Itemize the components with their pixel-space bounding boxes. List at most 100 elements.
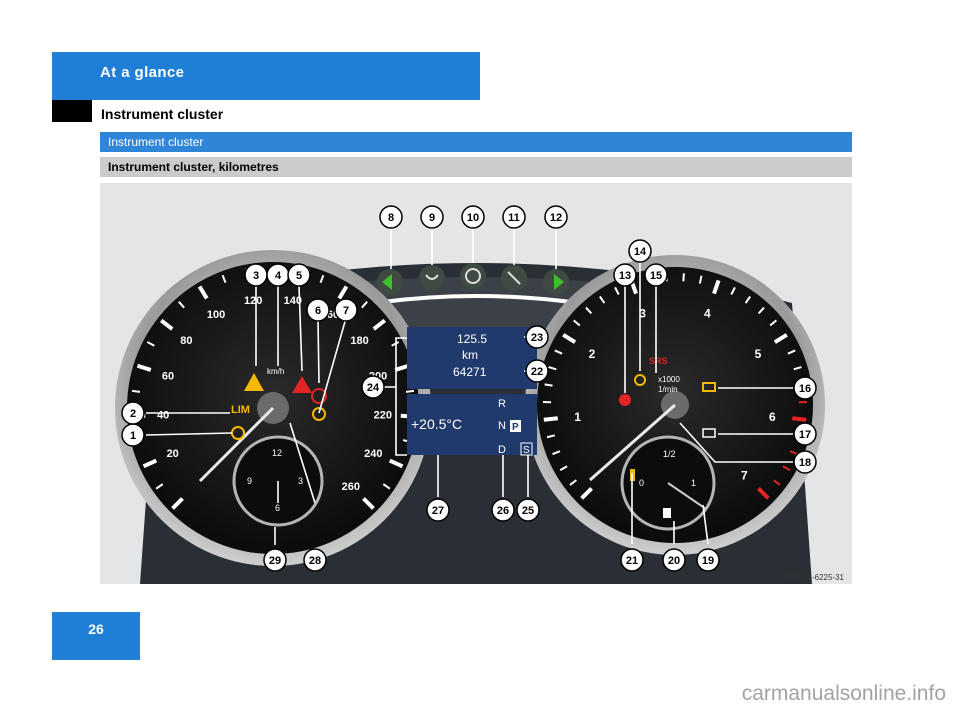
svg-text:21: 21 <box>626 555 638 567</box>
svg-text:7: 7 <box>343 305 349 317</box>
subsection-title: Instrument cluster, kilometres <box>108 160 279 174</box>
svg-text:3: 3 <box>253 270 259 282</box>
small-dial-label: 6 <box>275 503 280 513</box>
odometer: 64271 <box>453 365 487 379</box>
speedo-label: 20 <box>167 448 179 460</box>
svg-text:20: 20 <box>668 555 680 567</box>
svg-text:11: 11 <box>508 212 520 224</box>
svg-text:22: 22 <box>531 366 543 378</box>
callout-2: 2 <box>121 401 145 425</box>
gear-r: R <box>498 398 506 410</box>
callout-28: 28 <box>303 548 327 572</box>
svg-text:26: 26 <box>497 505 509 517</box>
section-title: Instrument cluster <box>108 135 204 149</box>
callout-3: 3 <box>244 263 268 287</box>
callout-19: 19 <box>696 548 720 572</box>
tacho-tick <box>682 273 685 282</box>
page-subtitle: Instrument cluster <box>101 106 224 122</box>
small-dial-label: 12 <box>272 448 282 458</box>
section-marker <box>52 100 92 122</box>
rpm-multiplier: x1000 <box>658 375 680 384</box>
svg-text:19: 19 <box>702 555 714 567</box>
small-dial-label: 3 <box>298 476 303 486</box>
svg-text:10: 10 <box>467 212 479 224</box>
tacho-tick <box>544 383 553 387</box>
figure-code: P54.32-6225-31 <box>787 573 845 582</box>
chapter-title: At a glance <box>100 64 185 81</box>
speedo-label: 260 <box>342 481 360 493</box>
rpm-unit: 1/min <box>658 385 678 394</box>
seatbelt-warning-icon <box>619 394 631 406</box>
fuel-empty: 0 <box>639 478 644 488</box>
callout-8: 8 <box>379 205 403 229</box>
speedo-label: 40 <box>157 410 169 422</box>
svg-text:5: 5 <box>296 270 302 282</box>
callout-7: 7 <box>334 298 358 322</box>
gear-s: S <box>523 445 530 456</box>
trip-unit: km <box>462 348 478 362</box>
tacho-tick <box>792 416 807 422</box>
svg-text:23: 23 <box>531 332 543 344</box>
speedo-label: 180 <box>350 335 368 347</box>
svg-text:18: 18 <box>799 457 811 469</box>
callout-14: 14 <box>628 239 652 263</box>
svg-text:8: 8 <box>388 212 394 224</box>
watermark: carmanualsonline.info <box>741 682 946 705</box>
svg-text:6: 6 <box>315 305 321 317</box>
svg-text:28: 28 <box>309 555 321 567</box>
callout-25: 25 <box>516 498 540 522</box>
callout-26: 26 <box>491 498 515 522</box>
tacho-label: 7 <box>741 468 748 482</box>
callout-18: 18 <box>793 450 817 474</box>
gear-d: D <box>498 444 506 456</box>
page-number-box: 26 <box>52 612 140 660</box>
callout-15: 15 <box>644 263 668 287</box>
tacho-tick <box>543 416 558 422</box>
svg-text:17: 17 <box>799 429 811 441</box>
callout-6: 6 <box>306 298 330 322</box>
svg-text:1: 1 <box>130 430 136 442</box>
speedo-label: 220 <box>374 410 392 422</box>
speedo-label: 240 <box>364 448 382 460</box>
callout-20: 20 <box>662 548 686 572</box>
svg-text:12: 12 <box>550 212 562 224</box>
callout-9: 9 <box>420 205 444 229</box>
callout-29: 29 <box>263 548 287 572</box>
fuel-full: 1 <box>691 478 696 488</box>
trip-meter: 125.5 <box>457 332 487 346</box>
speedo-label: 120 <box>244 295 262 307</box>
callout-24: 24 <box>361 375 385 399</box>
instrument-cluster-illustration: 20406080100120 140160180200220240260 km/h… <box>115 205 845 584</box>
callout-21: 21 <box>620 548 644 572</box>
svg-text:27: 27 <box>432 505 444 517</box>
callout-27: 27 <box>426 498 450 522</box>
section-bar: Instrument cluster <box>100 132 852 152</box>
speedo-label: 80 <box>180 335 192 347</box>
callout-13: 13 <box>613 263 637 287</box>
svg-text:29: 29 <box>269 555 281 567</box>
svg-text:15: 15 <box>650 270 662 282</box>
chapter-header-bar: At a glance <box>52 52 480 100</box>
svg-text:14: 14 <box>634 246 647 258</box>
speed-unit: km/h <box>267 367 284 376</box>
fuel-gauge: 1/2 0 1 <box>620 435 716 531</box>
svg-text:16: 16 <box>799 383 811 395</box>
gear-n: N <box>498 420 506 432</box>
tacho-label: 4 <box>704 306 711 320</box>
svg-text:24: 24 <box>367 382 380 394</box>
outside-temperature: +20.5°C <box>411 416 462 432</box>
svg-text:2: 2 <box>130 408 136 420</box>
srs-indicator: SRS <box>649 356 668 366</box>
callout-12: 12 <box>544 205 568 229</box>
speedo-tick <box>131 389 141 393</box>
svg-text:25: 25 <box>522 505 534 517</box>
callout-17: 17 <box>793 422 817 446</box>
fuel-half: 1/2 <box>663 449 676 459</box>
callout-1: 1 <box>121 423 145 447</box>
callout-10: 10 <box>461 205 485 229</box>
small-dial-label: 9 <box>247 476 252 486</box>
speedo-label: 100 <box>207 309 225 321</box>
instrument-cluster-figure: 20 40 60 80 100 120 140 160 180 200 220 240 260 km/h… <box>100 183 852 584</box>
callout-5: 5 <box>287 263 311 287</box>
page-number: 26 <box>88 621 104 637</box>
